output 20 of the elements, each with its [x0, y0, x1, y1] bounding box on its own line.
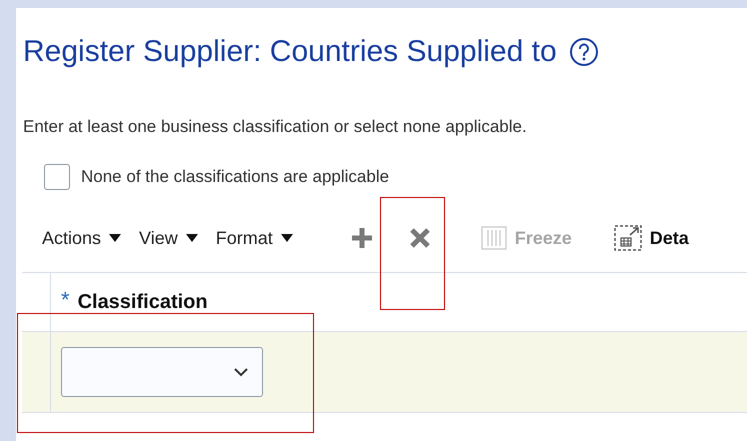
- checkbox-label: None of the classifications are applicable: [81, 167, 390, 187]
- instruction-text: Enter at least one business classification or select none applicable.: [23, 117, 528, 137]
- checkbox[interactable]: [44, 164, 70, 190]
- column-header-text: Classification: [78, 290, 208, 314]
- plus-icon: [350, 227, 373, 249]
- caret-icon: [109, 233, 122, 243]
- classification-dropdown[interactable]: [61, 347, 263, 397]
- menu-button[interactable]: View: [135, 224, 202, 252]
- detach-button[interactable]: Deta: [610, 221, 693, 255]
- page-title: Register Supplier: Countries Supplied to: [23, 35, 557, 69]
- detach-icon: [614, 225, 642, 251]
- caret-icon: [280, 233, 293, 243]
- columns-icon: [480, 226, 507, 250]
- menu-button[interactable]: Format: [212, 224, 297, 252]
- menu-button[interactable]: Actions: [38, 224, 126, 252]
- close-icon: [408, 227, 431, 249]
- help-icon[interactable]: [568, 37, 599, 67]
- chevron-down-icon: [234, 368, 248, 376]
- caret-icon: [186, 233, 198, 243]
- required-mark: *: [61, 287, 70, 313]
